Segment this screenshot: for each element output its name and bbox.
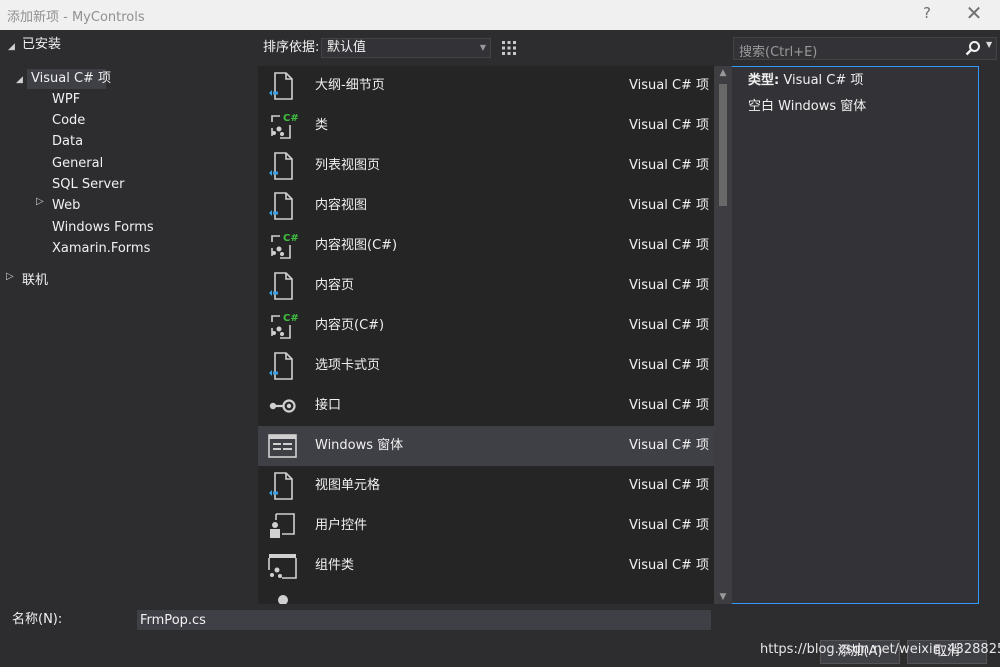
list-item[interactable]: C# 内容视图(C#) Visual C# 项 xyxy=(258,226,714,266)
item-category: Visual C# 项 xyxy=(629,198,710,213)
partial-item-icon xyxy=(278,595,288,604)
list-item[interactable]: 用户控件 Visual C# 项 xyxy=(258,506,714,546)
title-bar: 添加新项 - MyControls ? ✕ xyxy=(0,0,1000,30)
chevron-down-icon: ▼ xyxy=(479,43,486,52)
item-category: Visual C# 项 xyxy=(629,158,710,173)
tree-node-online[interactable]: 联机 xyxy=(22,271,48,291)
list-item[interactable]: 列表视图页 Visual C# 项 xyxy=(258,146,714,186)
component-icon xyxy=(268,554,297,579)
help-button[interactable]: ? xyxy=(920,4,934,22)
window-title: 添加新项 - MyControls xyxy=(7,10,145,25)
windows-form-icon xyxy=(268,434,297,458)
tree-node-sql-server[interactable]: SQL Server xyxy=(52,175,125,195)
item-category: Visual C# 项 xyxy=(629,398,710,413)
interface-icon xyxy=(269,399,296,413)
class-csharp-icon: C# xyxy=(271,313,298,339)
tree-node-web[interactable]: Web xyxy=(52,196,80,216)
name-label: 名称(N): xyxy=(12,612,63,627)
item-category: Visual C# 项 xyxy=(629,238,710,253)
item-category: Visual C# 项 xyxy=(629,358,710,373)
page-icon xyxy=(269,472,293,500)
item-name: 内容页(C#) xyxy=(315,318,385,333)
svg-text:C#: C# xyxy=(283,233,298,244)
detail-type: 类型: Visual C# 项 xyxy=(748,72,863,90)
list-item[interactable]: 内容视图 Visual C# 项 xyxy=(258,186,714,226)
page-icon xyxy=(269,72,293,100)
search-box[interactable]: 搜索(Ctrl+E) ▼ xyxy=(733,37,997,60)
scroll-up-arrow-icon[interactable]: ▲ xyxy=(714,68,732,78)
list-item[interactable]: 接口 Visual C# 项 xyxy=(258,386,714,426)
sort-value: 默认值 xyxy=(327,40,367,55)
list-item[interactable]: 组件类 Visual C# 项 xyxy=(258,546,714,586)
detail-type-value: Visual C# 项 xyxy=(783,73,864,88)
class-csharp-icon: C# xyxy=(271,233,298,259)
search-icon[interactable] xyxy=(965,40,981,56)
tree-node-windows-forms[interactable]: Windows Forms xyxy=(52,218,154,238)
item-name: Windows 窗体 xyxy=(315,438,404,453)
page-icon xyxy=(269,192,293,220)
detail-description: 空白 Windows 窗体 xyxy=(748,99,867,114)
svg-text:C#: C# xyxy=(283,113,298,124)
item-category: Visual C# 项 xyxy=(629,278,710,293)
list-scrollbar[interactable]: ▲ ▼ xyxy=(714,66,732,604)
list-item[interactable]: C# 内容页(C#) Visual C# 项 xyxy=(258,306,714,346)
tree-node-general[interactable]: General xyxy=(52,154,103,174)
page-icon xyxy=(269,352,293,380)
list-item[interactable]: 视图单元格 Visual C# 项 xyxy=(258,466,714,506)
item-name: 视图单元格 xyxy=(315,478,381,493)
watermark: https://blog.csdn.net/weixin_43288250 xyxy=(760,642,1000,657)
template-list: 大纲-细节页 Visual C# 项 C# 类 Visual C# 项 列表视图… xyxy=(258,66,714,604)
scroll-down-arrow-icon[interactable]: ▼ xyxy=(714,592,732,602)
search-placeholder: 搜索(Ctrl+E) xyxy=(739,45,818,60)
user-control-icon xyxy=(270,513,295,538)
item-name: 接口 xyxy=(315,398,342,413)
list-item[interactable]: C# 类 Visual C# 项 xyxy=(258,106,714,146)
search-options-chevron-icon[interactable]: ▼ xyxy=(986,40,992,49)
item-category: Visual C# 项 xyxy=(629,438,710,453)
close-button[interactable]: ✕ xyxy=(964,1,984,25)
detail-type-label: 类型: xyxy=(748,73,780,88)
tree-node-installed[interactable]: 已安装 xyxy=(22,35,61,55)
name-input[interactable] xyxy=(137,610,711,630)
collapsed-triangle-icon[interactable]: ▷ xyxy=(36,196,44,207)
list-item-partial[interactable] xyxy=(258,586,714,604)
tree-node-wpf[interactable]: WPF xyxy=(52,90,80,110)
svg-text:C#: C# xyxy=(283,313,298,324)
item-name: 用户控件 xyxy=(315,518,368,533)
scrollbar-thumb[interactable] xyxy=(719,84,727,206)
item-name: 内容视图(C#) xyxy=(315,238,398,253)
list-item[interactable]: 内容页 Visual C# 项 xyxy=(258,266,714,306)
class-csharp-icon: C# xyxy=(271,113,298,139)
small-icons-view-button[interactable] xyxy=(497,36,521,60)
collapsed-triangle-icon[interactable]: ▷ xyxy=(6,271,14,282)
item-name: 列表视图页 xyxy=(315,158,381,173)
page-icon xyxy=(269,152,293,180)
template-tree: ◢ 已安装 ◢ Visual C# 项 WPF Code Data Genera… xyxy=(0,30,258,604)
tree-node-data[interactable]: Data xyxy=(52,132,83,152)
list-item-selected[interactable]: Windows 窗体 Visual C# 项 xyxy=(258,426,714,466)
item-category: Visual C# 项 xyxy=(629,118,710,133)
item-category: Visual C# 项 xyxy=(629,318,710,333)
tree-node-xamarin-forms[interactable]: Xamarin.Forms xyxy=(52,239,150,259)
tree-node-visual-csharp[interactable]: Visual C# 项 xyxy=(31,69,111,89)
item-name: 内容页 xyxy=(315,278,355,293)
list-item[interactable]: 选项卡式页 Visual C# 项 xyxy=(258,346,714,386)
item-category: Visual C# 项 xyxy=(629,478,710,493)
item-name: 类 xyxy=(315,118,329,133)
expanded-triangle-icon[interactable]: ◢ xyxy=(8,42,15,52)
expanded-triangle-icon[interactable]: ◢ xyxy=(16,75,23,85)
tree-node-code[interactable]: Code xyxy=(52,111,85,131)
item-category: Visual C# 项 xyxy=(629,518,710,533)
item-name: 大纲-细节页 xyxy=(315,78,385,93)
item-name: 组件类 xyxy=(315,558,355,573)
item-category: Visual C# 项 xyxy=(629,558,710,573)
grid-view-icon xyxy=(502,41,516,55)
sort-label: 排序依据: xyxy=(263,40,320,55)
sort-dropdown[interactable]: 默认值 ▼ xyxy=(321,38,491,58)
page-icon xyxy=(269,272,293,300)
item-category: Visual C# 项 xyxy=(629,78,710,93)
item-name: 内容视图 xyxy=(315,198,368,213)
list-item[interactable]: 大纲-细节页 Visual C# 项 xyxy=(258,66,714,106)
item-name: 选项卡式页 xyxy=(315,358,381,373)
